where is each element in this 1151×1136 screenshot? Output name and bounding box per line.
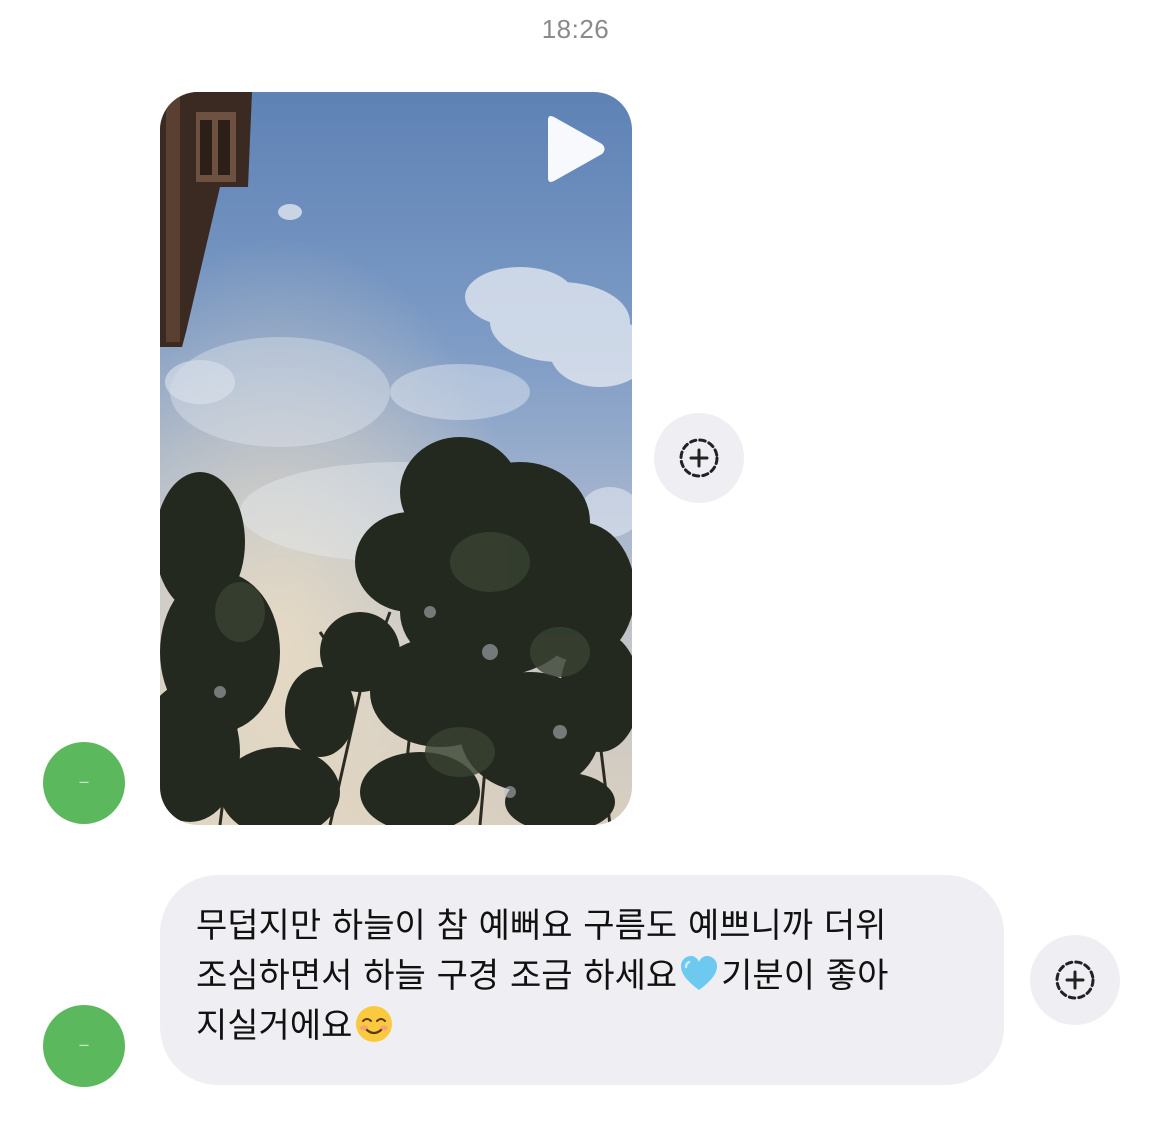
smiling-face-icon	[356, 1006, 393, 1042]
sky-trees-image	[160, 92, 632, 825]
avatar-label: ━━━	[79, 780, 89, 786]
avatar-label: ━━━	[79, 1043, 89, 1049]
text-message-bubble[interactable]: 무덥지만 하늘이 참 예뻐요 구름도 예쁘니까 더위 조심하면서 하늘 구경 조…	[160, 875, 1004, 1085]
add-reaction-button[interactable]	[654, 413, 744, 503]
avatar[interactable]: ━━━	[43, 742, 125, 824]
video-message-thumbnail[interactable]	[160, 92, 632, 825]
message-line: 조심하면서 하늘 구경 조금 하세요 기분이 좋아	[196, 951, 974, 1001]
message-line: 지실거에요	[196, 1001, 974, 1051]
message-text: 조심하면서 하늘 구경 조금 하세요	[196, 956, 678, 996]
timestamp: 18:26	[541, 14, 610, 44]
add-reaction-icon	[1055, 960, 1095, 1000]
message-text: 기분이 좋아	[721, 956, 889, 996]
light-blue-heart-icon	[681, 956, 718, 990]
add-reaction-button[interactable]	[1030, 935, 1120, 1025]
avatar[interactable]: ━━━	[43, 1005, 125, 1087]
message-line: 무덥지만 하늘이 참 예뻐요 구름도 예쁘니까 더위	[196, 906, 887, 946]
add-reaction-icon	[679, 438, 719, 478]
message-text: 지실거에요	[196, 1006, 353, 1046]
play-icon[interactable]	[540, 114, 610, 184]
